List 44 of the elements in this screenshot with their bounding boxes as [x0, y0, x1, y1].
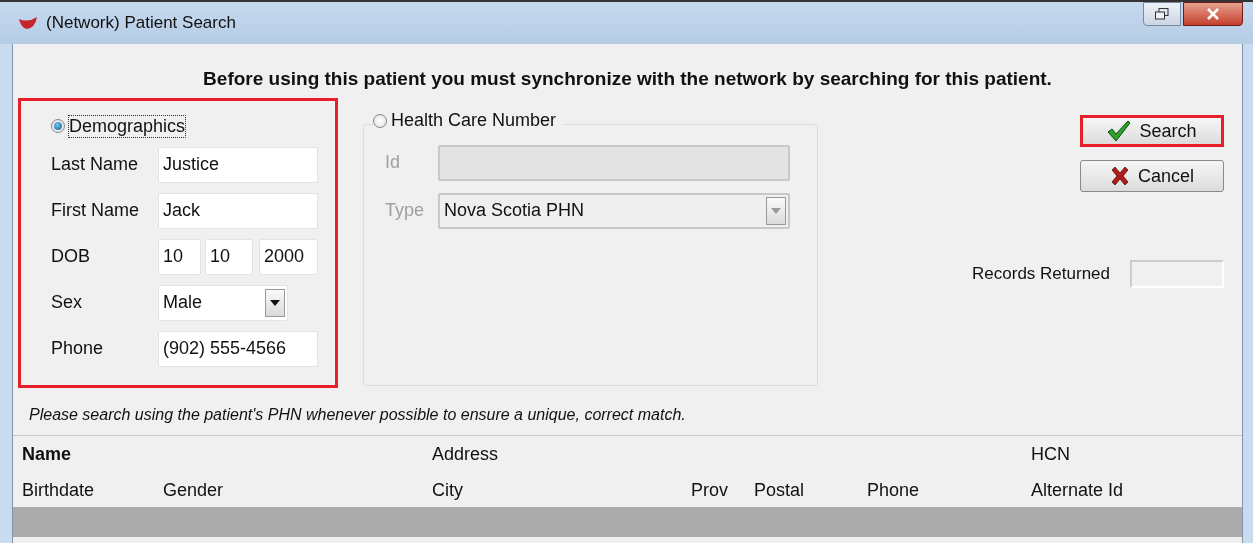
window-title: (Network) Patient Search	[46, 13, 237, 33]
restore-icon	[1155, 8, 1169, 20]
column-header[interactable]: City	[432, 479, 691, 507]
column-header[interactable]: Prov	[691, 479, 754, 507]
date-part-field[interactable]: 2000	[259, 238, 318, 275]
close-icon	[1206, 8, 1220, 20]
field-label: Sex	[51, 292, 84, 313]
records-returned-label: Records Returned	[972, 264, 1110, 284]
dropdown-button[interactable]	[265, 288, 285, 317]
column-header[interactable]: HCN	[1031, 444, 1242, 472]
text-field[interactable]: Jack	[158, 192, 318, 229]
field-label: Type	[385, 200, 426, 221]
search-button[interactable]: Search	[1080, 115, 1224, 147]
cancel-button[interactable]: Cancel	[1080, 160, 1224, 192]
hint-text: Please search using the patient's PHN whenever possible to ensure a unique, correct match.	[13, 398, 1242, 436]
text-field[interactable]: (902) 555-4566	[158, 330, 318, 367]
column-header[interactable]: Name	[22, 444, 432, 472]
dropdown-value: Male	[163, 292, 202, 313]
field-label: First Name	[51, 200, 140, 221]
close-button[interactable]	[1183, 2, 1243, 26]
column-header[interactable]: Gender	[163, 479, 432, 507]
caret-icon	[270, 299, 280, 306]
app-icon	[18, 16, 38, 30]
date-part-field[interactable]: 10	[158, 238, 201, 275]
column-header[interactable]: Postal	[754, 479, 867, 507]
field-label: Last Name	[51, 154, 140, 175]
caret-icon	[771, 207, 781, 214]
column-header[interactable]: Phone	[867, 479, 1031, 507]
instruction-text: Before using this patient you must synchronize with the network by searching for this patient.	[202, 67, 1053, 91]
restore-button[interactable]	[1143, 2, 1181, 26]
column-header[interactable]: Address	[432, 444, 1031, 472]
radio-button[interactable]	[51, 119, 65, 133]
dropdown-value: Nova Scotia PHN	[444, 200, 585, 221]
field-label: Phone	[51, 338, 105, 359]
x-icon	[1110, 166, 1130, 186]
text-field[interactable]: Justice	[158, 146, 318, 183]
text-field[interactable]	[438, 144, 790, 181]
date-part-field[interactable]: 10	[205, 238, 253, 275]
column-header[interactable]: Birthdate	[22, 479, 163, 507]
field-label: Id	[385, 152, 401, 173]
dropdown-field[interactable]: Male	[158, 284, 288, 321]
field-label: DOB	[51, 246, 91, 267]
checkmark-icon	[1107, 120, 1132, 142]
column-header[interactable]: Alternate Id	[1031, 479, 1242, 507]
